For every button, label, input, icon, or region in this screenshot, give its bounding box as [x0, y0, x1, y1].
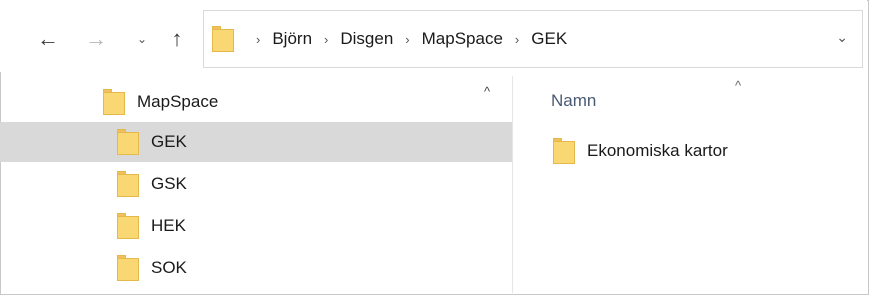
breadcrumb-item-disgen[interactable]: Disgen: [340, 29, 393, 49]
forward-button[interactable]: →: [82, 24, 110, 54]
tree-item-label: MapSpace: [137, 92, 219, 111]
address-dropdown-button[interactable]: ⌄: [836, 29, 848, 46]
tree-item-hek[interactable]: HEK: [0, 206, 512, 246]
back-arrow-icon: ←: [37, 26, 59, 51]
folder-icon: [553, 138, 575, 164]
column-header-name[interactable]: Namn: [551, 91, 596, 111]
up-arrow-icon: ↑: [171, 26, 183, 51]
tree-item-label: HEK: [151, 216, 186, 235]
tree-item-label: SOK: [151, 258, 187, 277]
chevron-down-icon: ⌄: [836, 29, 848, 45]
up-button[interactable]: ↑: [163, 24, 191, 54]
tree-item-sok[interactable]: SOK: [0, 248, 512, 288]
navigation-bar: ← → ⌄ ↑ › Björn › Disgen › MapSpace › GE…: [0, 0, 867, 72]
breadcrumb-item-mapspace[interactable]: MapSpace: [422, 29, 503, 49]
tree-item-gsk[interactable]: GSK: [0, 164, 512, 204]
folder-icon: [117, 129, 139, 155]
breadcrumb-separator: ›: [514, 31, 520, 47]
folder-icon: [212, 26, 234, 52]
folder-icon: [117, 213, 139, 239]
address-bar[interactable]: › Björn › Disgen › MapSpace › GEK ⌄: [203, 10, 863, 68]
forward-arrow-icon: →: [85, 26, 107, 51]
breadcrumb: › Björn › Disgen › MapSpace › GEK: [244, 29, 567, 49]
tree-item-label: GEK: [151, 132, 187, 151]
folder-icon: [117, 171, 139, 197]
breadcrumb-separator: ›: [256, 31, 261, 47]
sort-ascending-icon: ^: [735, 78, 742, 93]
navigation-tree: ^ MapSpace GEK GSK HEK SOK: [0, 76, 512, 293]
file-list-pane: ^ Namn Ekonomiska kartor: [513, 76, 867, 293]
breadcrumb-separator: ›: [405, 31, 410, 47]
back-button[interactable]: ←: [34, 24, 62, 54]
breadcrumb-item-bjorn[interactable]: Björn: [272, 29, 312, 49]
chevron-down-icon: ⌄: [136, 32, 148, 46]
file-name: Ekonomiska kartor: [587, 141, 728, 160]
breadcrumb-separator: ›: [324, 31, 329, 47]
tree-item-mapspace[interactable]: MapSpace: [0, 82, 512, 122]
tree-item-gek[interactable]: GEK: [0, 122, 512, 162]
folder-icon: [103, 89, 125, 115]
folder-icon: [117, 255, 139, 281]
list-item-folder[interactable]: Ekonomiska kartor: [553, 138, 728, 164]
recent-locations-button[interactable]: ⌄: [128, 24, 156, 54]
tree-item-label: GSK: [151, 174, 187, 193]
breadcrumb-item-gek[interactable]: GEK: [531, 29, 567, 49]
